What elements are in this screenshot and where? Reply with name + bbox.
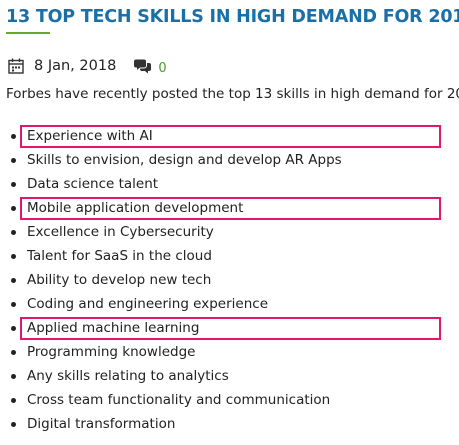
skill-item: Cross team functionality and communicati… [0, 388, 342, 412]
article-title[interactable]: 13 TOP TECH SKILLS IN HIGH DEMAND FOR 20… [6, 7, 459, 27]
article-meta: 8 Jan, 2018 0 [8, 55, 167, 77]
bullet [11, 230, 16, 235]
skill-item-highlighted: Applied machine learning [0, 316, 441, 340]
comment-bubbles-icon[interactable] [134, 58, 152, 74]
bullet [11, 326, 16, 331]
skill-label: Mobile application development [27, 200, 244, 216]
bullet [11, 254, 16, 259]
skills-list: Experience with AI Skills to envision, d… [0, 124, 441, 436]
calendar-icon [8, 58, 24, 74]
skill-item: Skills to envision, design and develop A… [0, 148, 342, 172]
bullet [11, 206, 16, 211]
skill-item: Coding and engineering experience [0, 292, 342, 316]
skill-item-highlighted: Experience with AI [0, 124, 441, 148]
skill-label: Applied machine learning [27, 320, 200, 336]
skill-label: Ability to develop new tech [27, 272, 212, 288]
skill-item: Digital transformation [0, 412, 342, 436]
skill-item: Excellence in Cybersecurity [0, 220, 342, 244]
skill-item: Any skills relating to analytics [0, 364, 342, 388]
skill-item: Programming knowledge [0, 340, 342, 364]
skill-label: Coding and engineering experience [27, 296, 269, 312]
skill-label: Talent for SaaS in the cloud [27, 248, 212, 264]
skill-label: Digital transformation [27, 416, 176, 432]
skill-label: Data science talent [27, 176, 159, 192]
post-date: 8 Jan, 2018 [34, 58, 117, 74]
skill-item: Ability to develop new tech [0, 268, 342, 292]
bullet [11, 134, 16, 139]
skill-item: Talent for SaaS in the cloud [0, 244, 342, 268]
skill-item: Data science talent [0, 172, 342, 196]
skill-item-highlighted: Mobile application development [0, 196, 441, 220]
skill-label: Excellence in Cybersecurity [27, 224, 214, 240]
comment-count[interactable]: 0 [158, 61, 166, 76]
bullet [11, 398, 16, 403]
title-underline [6, 32, 50, 34]
bullet [11, 302, 16, 307]
bullet [11, 374, 16, 379]
bullet [11, 278, 16, 283]
bullet [11, 350, 16, 355]
article-intro: Forbes have recently posted the top 13 s… [6, 86, 459, 102]
bullet [11, 158, 16, 163]
skill-label: Skills to envision, design and develop A… [27, 152, 342, 168]
skill-label: Cross team functionality and communicati… [27, 392, 331, 408]
bullet [11, 422, 16, 427]
skill-label: Programming knowledge [27, 344, 196, 360]
skill-label: Experience with AI [27, 128, 153, 144]
bullet [11, 182, 16, 187]
skill-label: Any skills relating to analytics [27, 368, 229, 384]
